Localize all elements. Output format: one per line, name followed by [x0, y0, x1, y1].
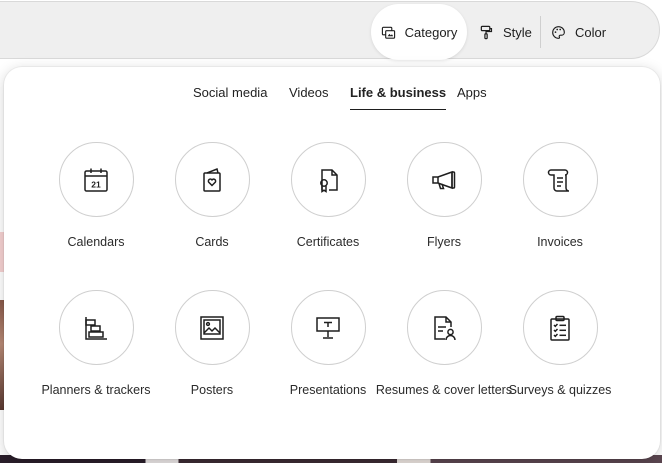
category-dropdown-panel: Social media Videos Life & business Apps… — [4, 67, 660, 459]
category-surveys-quizzes[interactable]: Surveys & quizzes — [490, 290, 630, 399]
calendar-icon: 21 — [84, 168, 108, 192]
certificates-circle — [290, 142, 366, 217]
category-icon — [381, 26, 395, 39]
posters-circle — [174, 290, 250, 365]
tab-apps[interactable]: Apps — [457, 85, 487, 109]
category-label: Surveys & quizzes — [508, 383, 612, 397]
resume-icon — [434, 315, 456, 340]
color-button[interactable]: Color — [551, 6, 606, 58]
clipboard-icon — [550, 315, 570, 341]
style-button-label: Style — [503, 24, 532, 40]
color-button-label: Color — [575, 24, 607, 40]
tab-life-and-business[interactable]: Life & business — [350, 85, 447, 110]
style-button[interactable]: Style — [479, 6, 532, 58]
surveys-circle — [522, 290, 598, 365]
flyers-circle — [406, 142, 482, 217]
megaphone-icon — [432, 170, 456, 189]
planner-icon — [85, 316, 107, 340]
category-label: Invoices — [537, 235, 583, 249]
category-tabs: Social media Videos Life & business Apps — [4, 85, 660, 115]
receipt-icon — [547, 168, 570, 192]
calendars-circle: 21 — [58, 142, 134, 217]
category-invoices[interactable]: Invoices — [490, 142, 630, 251]
poster-icon — [200, 315, 224, 340]
tab-videos[interactable]: Videos — [289, 85, 329, 109]
filter-toolbar: Category Style Color — [0, 1, 660, 60]
toolbar-divider — [540, 16, 541, 48]
category-button-label: Category — [404, 24, 458, 40]
calendar-icon-date: 21 — [91, 179, 101, 189]
cards-circle — [174, 142, 250, 217]
planners-circle — [58, 290, 134, 365]
paint-roller-icon — [480, 25, 493, 39]
invoices-circle — [522, 142, 598, 217]
category-button[interactable]: Category — [371, 4, 467, 60]
certificate-icon — [320, 168, 338, 193]
resumes-circle — [406, 290, 482, 365]
card-icon — [203, 167, 221, 192]
presentations-circle — [290, 290, 366, 365]
tab-social-media[interactable]: Social media — [193, 85, 267, 109]
presentation-icon — [316, 316, 340, 339]
palette-icon — [552, 25, 565, 39]
